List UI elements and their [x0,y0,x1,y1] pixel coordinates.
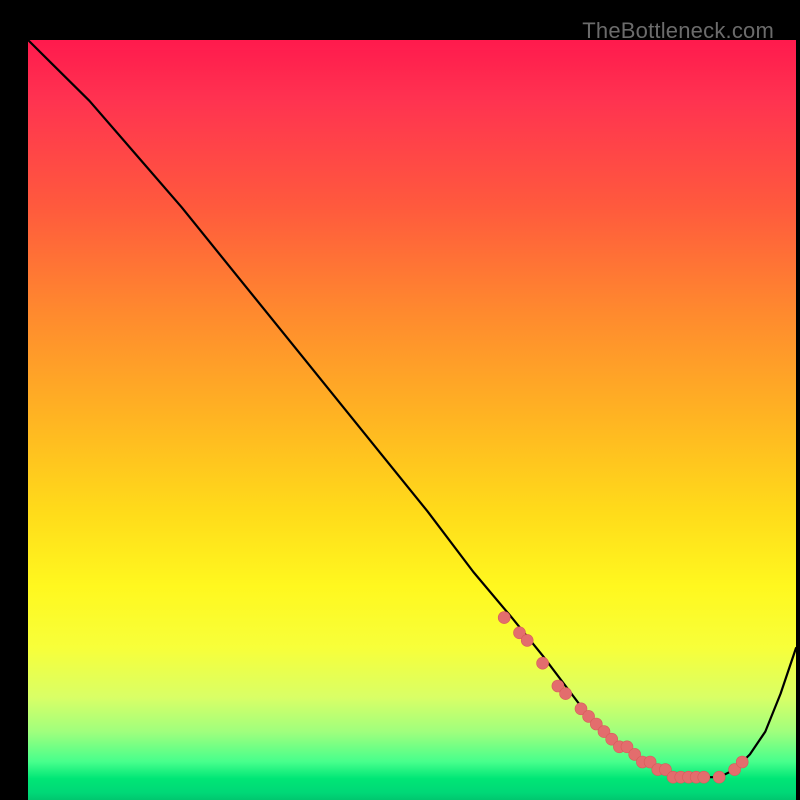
highlight-dots [498,612,748,784]
dot [713,771,725,783]
dot [698,771,710,783]
dot [521,634,533,646]
plot-area [28,40,796,800]
dot [560,688,572,700]
dot [537,657,549,669]
dot [498,612,510,624]
curve-layer [28,40,796,800]
dot [736,756,748,768]
bottleneck-curve [28,40,796,777]
chart-frame: TheBottleneck.com [12,12,788,788]
